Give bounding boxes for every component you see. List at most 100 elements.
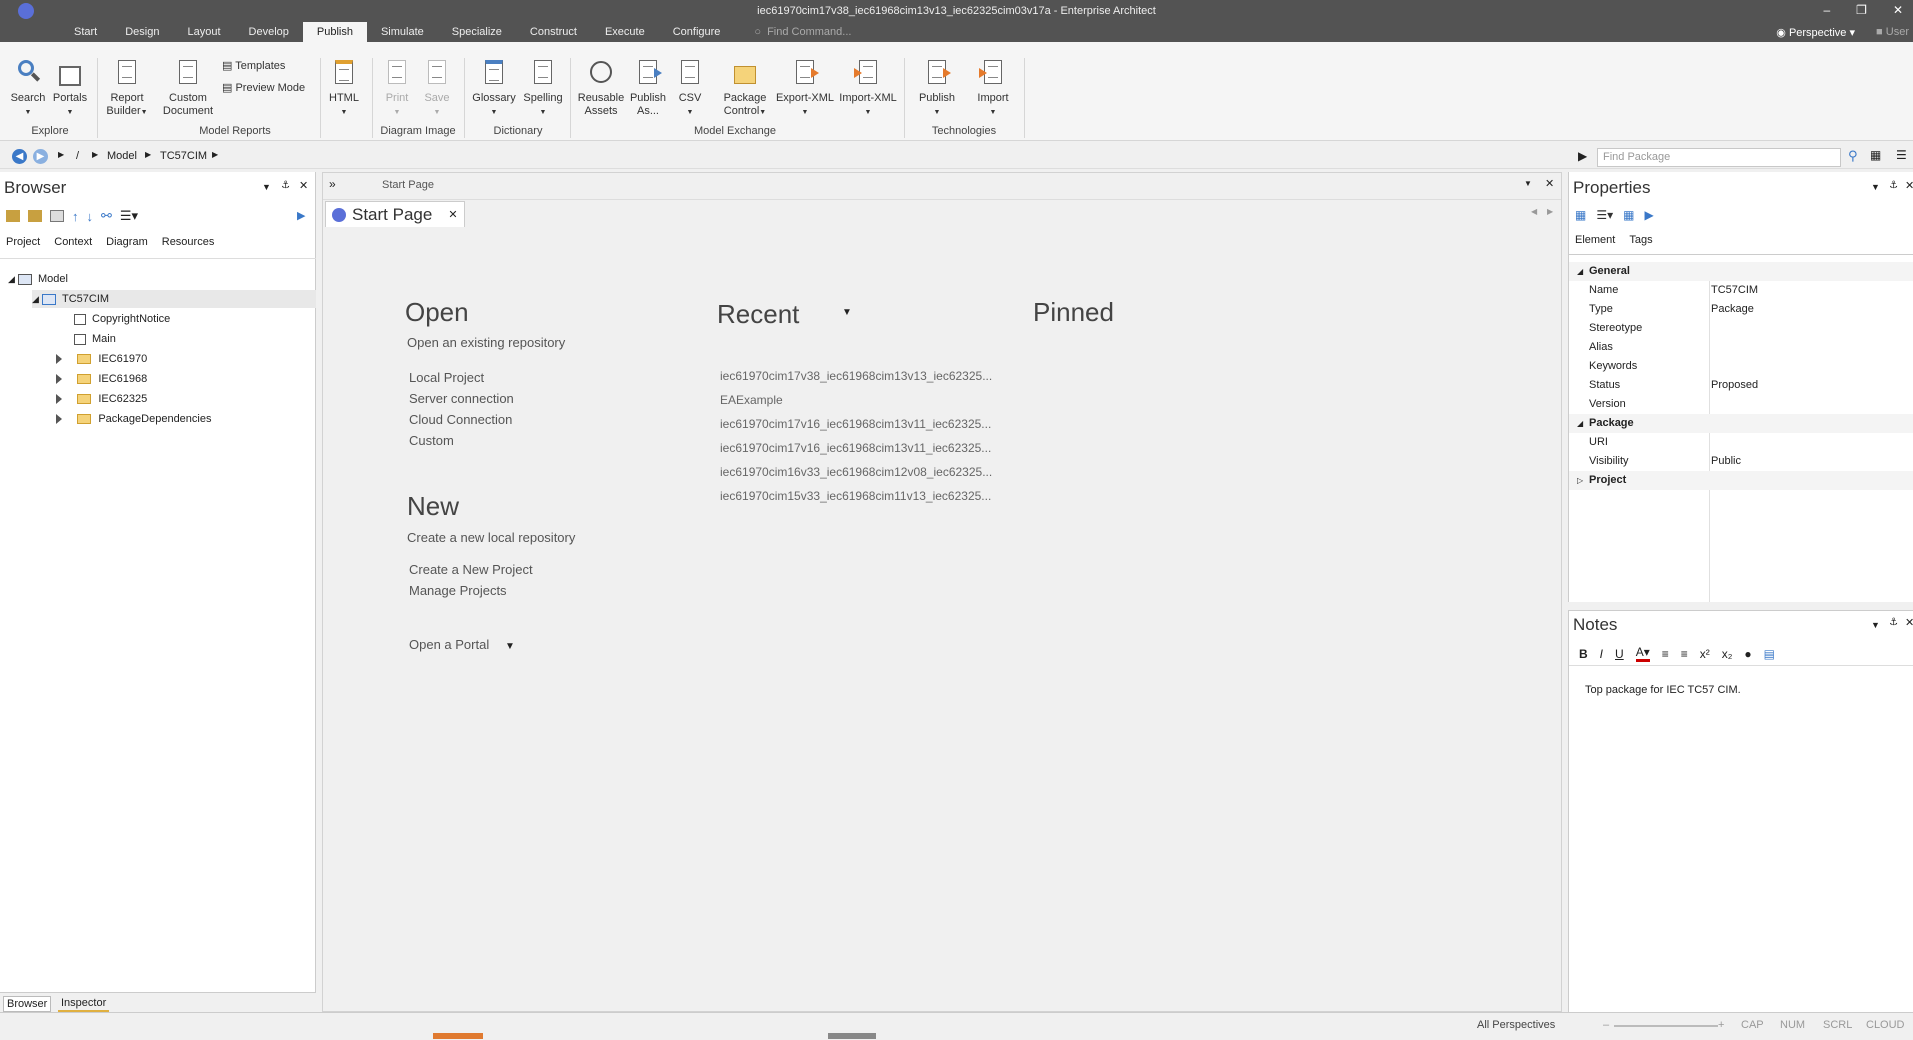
property-row[interactable]: Visibility Public: [1569, 452, 1913, 471]
tab-project[interactable]: Project: [6, 236, 40, 248]
expand-icon[interactable]: [56, 394, 62, 405]
forward-icon[interactable]: ▶: [33, 149, 48, 164]
tree-item-tc57cim[interactable]: ◢ TC57CIM: [32, 290, 316, 308]
recent-item[interactable]: EAExample: [720, 393, 783, 407]
csv-button[interactable]: CSV ▼: [674, 58, 706, 119]
menu-icon[interactable]: ☰: [1896, 148, 1907, 162]
property-row[interactable]: Keywords: [1569, 357, 1913, 376]
portal-dropdown-icon[interactable]: ▼: [505, 641, 515, 652]
find-command-input[interactable]: Find Command...: [767, 26, 851, 38]
perspectives-status[interactable]: All Perspectives: [1477, 1019, 1555, 1031]
cloud-connection-link[interactable]: Cloud Connection: [409, 412, 512, 427]
export-xml-button[interactable]: Export-XML ▼: [775, 58, 835, 119]
tree-item-copyrightnotice[interactable]: CopyrightNotice: [74, 310, 170, 328]
tab-configure[interactable]: Configure: [659, 22, 735, 42]
find-icon[interactable]: ⚲: [1848, 148, 1858, 164]
close-icon[interactable]: ✕: [299, 179, 308, 192]
double-chevron-icon[interactable]: »: [329, 177, 336, 191]
publish-button[interactable]: Publish ▼: [912, 58, 962, 119]
bold-icon[interactable]: B: [1579, 647, 1588, 661]
chevron-down-icon[interactable]: ▼: [1871, 182, 1880, 192]
property-row[interactable]: Name TC57CIM: [1569, 281, 1913, 300]
server-connection-link[interactable]: Server connection: [409, 391, 514, 406]
tab-construct[interactable]: Construct: [516, 22, 591, 42]
expand-icon[interactable]: [56, 374, 62, 385]
recent-item[interactable]: iec61970cim15v33_iec61968cim11v13_iec623…: [720, 489, 991, 503]
tab-diagram[interactable]: Diagram: [106, 236, 148, 248]
hyperlink-icon[interactable]: ●: [1744, 647, 1751, 661]
spelling-button[interactable]: Spelling ▼: [520, 58, 566, 119]
chevron-down-icon[interactable]: ▼: [262, 182, 271, 192]
tab-execute[interactable]: Execute: [591, 22, 659, 42]
report-builder-button[interactable]: Report Builder▼: [102, 58, 152, 119]
find-package-input[interactable]: Find Package: [1597, 148, 1841, 167]
play-icon[interactable]: ▶: [1644, 208, 1653, 222]
local-project-link[interactable]: Local Project: [409, 370, 484, 385]
notes-text[interactable]: Top package for IEC TC57 CIM.: [1585, 684, 1741, 696]
list-menu-icon[interactable]: ☰▾: [120, 208, 138, 224]
package-control-button[interactable]: Package Control▼: [720, 58, 770, 119]
property-row[interactable]: Alias: [1569, 338, 1913, 357]
templates-button[interactable]: ▤ Templates: [222, 60, 285, 73]
collapse-icon[interactable]: ◢: [8, 274, 15, 284]
recent-item[interactable]: iec61970cim16v33_iec61968cim12v08_iec623…: [720, 465, 992, 479]
create-new-project-link[interactable]: Create a New Project: [409, 562, 533, 577]
tab-design[interactable]: Design: [111, 22, 173, 42]
zoom-slider[interactable]: [1614, 1025, 1718, 1027]
tab-specialize[interactable]: Specialize: [438, 22, 516, 42]
move-down-icon[interactable]: ↓: [87, 209, 94, 224]
property-row[interactable]: Status Proposed: [1569, 376, 1913, 395]
tree-item-packagedependencies[interactable]: PackageDependencies: [56, 410, 211, 428]
close-icon[interactable]: ✕: [1545, 177, 1554, 190]
tab-context[interactable]: Context: [54, 236, 92, 248]
property-row[interactable]: Stereotype: [1569, 319, 1913, 338]
move-up-icon[interactable]: ↑: [72, 209, 79, 224]
breadcrumb-model[interactable]: Model: [107, 150, 137, 162]
superscript-icon[interactable]: x²: [1700, 647, 1710, 661]
tab-resources[interactable]: Resources: [162, 236, 215, 248]
italic-icon[interactable]: I: [1600, 647, 1603, 661]
tab-develop[interactable]: Develop: [235, 22, 303, 42]
chevron-down-icon[interactable]: ▼: [1524, 179, 1532, 188]
tab-layout[interactable]: Layout: [173, 22, 234, 42]
portals-button[interactable]: Portals ▼: [50, 58, 90, 119]
new-folder-icon[interactable]: [28, 210, 42, 222]
close-icon[interactable]: ✕: [1905, 616, 1913, 629]
close-icon[interactable]: ✕: [1893, 3, 1903, 17]
recent-item[interactable]: iec61970cim17v38_iec61968cim13v13_iec623…: [720, 369, 992, 383]
search-button[interactable]: Search ▼: [10, 58, 46, 119]
play-icon[interactable]: ▶: [1578, 149, 1587, 163]
preview-mode-button[interactable]: ▤ Preview Mode: [222, 82, 305, 95]
new-diagram-icon[interactable]: [50, 210, 64, 222]
app-logo-icon[interactable]: [18, 3, 34, 19]
tree-item-main[interactable]: Main: [74, 330, 116, 348]
pin-icon[interactable]: ⚓: [1889, 180, 1898, 191]
start-page-tab[interactable]: Start Page ✕: [325, 201, 465, 227]
tab-start[interactable]: Start: [60, 22, 111, 42]
import-xml-button[interactable]: Import-XML ▼: [838, 58, 898, 119]
chevron-down-icon[interactable]: ▼: [1871, 620, 1880, 630]
tab-element[interactable]: Element: [1575, 234, 1615, 246]
linked-doc-icon[interactable]: ▤: [1764, 647, 1775, 661]
tree-item-iec61968[interactable]: IEC61968: [56, 370, 147, 388]
expand-icon[interactable]: [56, 354, 62, 365]
custom-document-button[interactable]: Custom Document: [160, 58, 216, 118]
minimize-icon[interactable]: –: [1823, 3, 1830, 17]
scroll-left-icon[interactable]: ◀: [1531, 207, 1537, 216]
close-icon[interactable]: ✕: [448, 208, 457, 221]
underline-icon[interactable]: U: [1615, 647, 1624, 661]
play-icon[interactable]: ▶: [297, 209, 305, 222]
property-row[interactable]: Type Package: [1569, 300, 1913, 319]
glossary-button[interactable]: Glossary ▼: [470, 58, 518, 119]
custom-link[interactable]: Custom: [409, 433, 454, 448]
subscript-icon[interactable]: x₂: [1722, 647, 1733, 661]
breadcrumb-tc57cim[interactable]: TC57CIM: [160, 150, 207, 162]
user-button[interactable]: User: [1886, 26, 1909, 38]
new-package-icon[interactable]: [6, 210, 20, 222]
tree-item-iec62325[interactable]: IEC62325: [56, 390, 147, 408]
tab-publish[interactable]: Publish: [302, 22, 367, 42]
open-portal-link[interactable]: Open a Portal: [409, 637, 489, 652]
font-color-icon[interactable]: A▾: [1635, 645, 1650, 662]
perspective-button[interactable]: Perspective: [1789, 27, 1846, 39]
zoom-in-icon[interactable]: +: [1718, 1019, 1724, 1031]
